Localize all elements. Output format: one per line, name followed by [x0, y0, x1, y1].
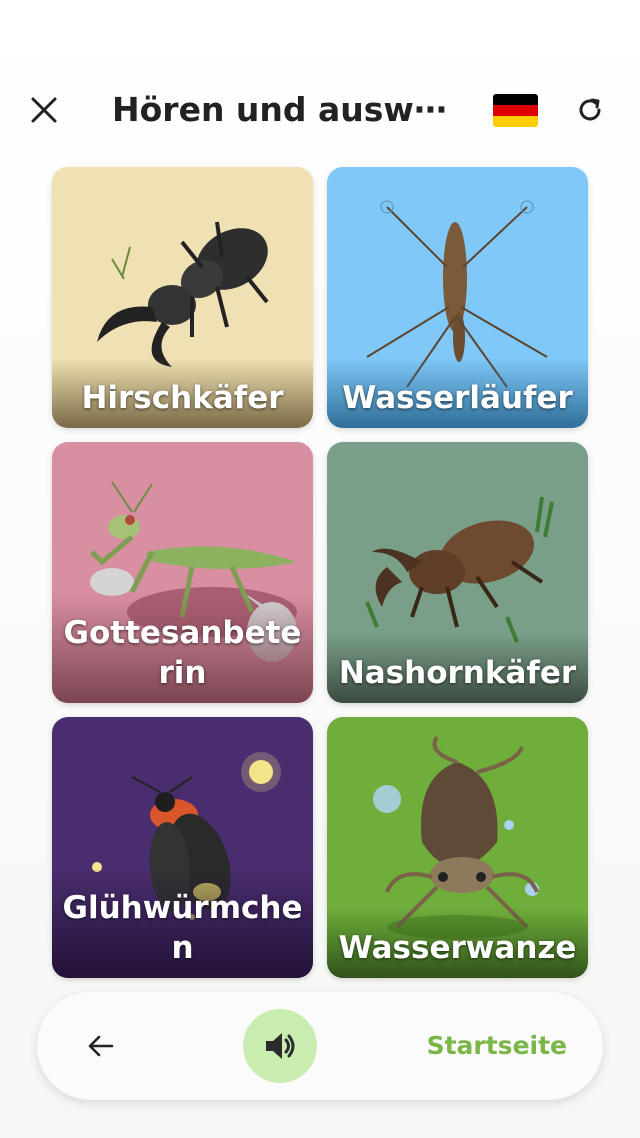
close-icon: [31, 97, 57, 123]
answer-card-gluehwuermchen[interactable]: Glühwürmchen: [52, 717, 313, 978]
flag-stripe-gold: [493, 116, 538, 127]
answer-card-hirschkaefer[interactable]: Hirschkäfer: [52, 167, 313, 428]
answer-card-wasserwanze[interactable]: Wasserwanze: [327, 717, 588, 978]
arrow-left-icon: [88, 1035, 114, 1057]
bottom-navigation: Startseite: [37, 992, 603, 1100]
back-button[interactable]: [79, 1024, 123, 1068]
germany-flag-icon[interactable]: [493, 94, 538, 127]
header: Hören und ausw⋯: [0, 80, 640, 140]
refresh-icon: [579, 98, 601, 121]
answer-label: Nashornkäfer: [338, 655, 577, 691]
answer-label: Wasserwanze: [338, 930, 577, 966]
speaker-icon: [266, 1033, 295, 1059]
close-button[interactable]: [22, 88, 66, 132]
answer-label: Gottesanbeterin: [63, 615, 302, 691]
answer-card-gottesanbeterin[interactable]: Gottesanbeterin: [52, 442, 313, 703]
answer-card-nashornkaefer[interactable]: Nashornkäfer: [327, 442, 588, 703]
answer-card-wasserlaeufer[interactable]: Wasserläufer: [327, 167, 588, 428]
answer-label: Glühwürmchen: [62, 890, 303, 966]
flag-stripe-black: [493, 94, 538, 105]
refresh-button[interactable]: [568, 88, 612, 132]
page-title: Hören und ausw⋯: [112, 90, 447, 129]
play-sound-button[interactable]: [243, 1009, 317, 1083]
answer-label: Wasserläufer: [342, 380, 573, 416]
home-button[interactable]: Startseite: [427, 1026, 567, 1066]
answer-label: Hirschkäfer: [81, 380, 284, 416]
flag-stripe-red: [493, 105, 538, 116]
